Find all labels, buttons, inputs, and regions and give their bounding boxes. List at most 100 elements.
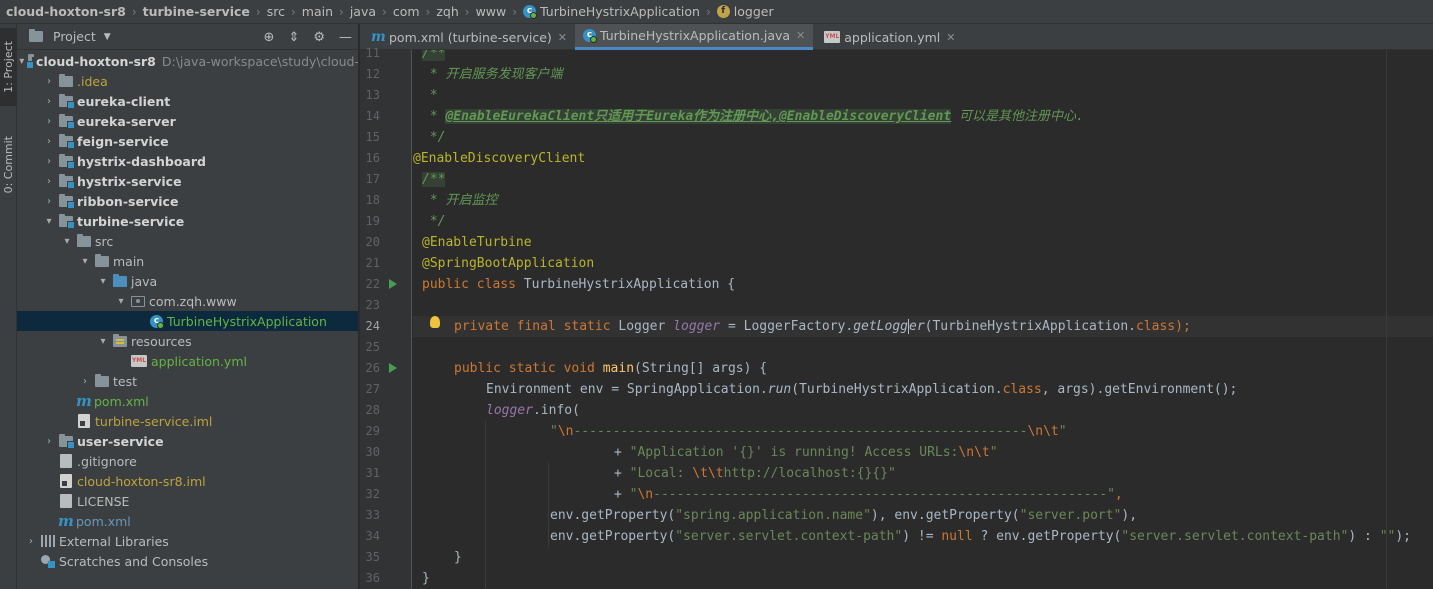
tree-item-java[interactable]: ▾ java [17,271,358,291]
locate-icon[interactable]: ⊕ [264,30,275,45]
chevron-down-icon[interactable]: ▼ [104,32,111,42]
minimize-icon[interactable]: — [339,30,352,45]
close-icon[interactable]: ✕ [796,29,805,42]
chevron-right-icon[interactable]: › [43,196,55,207]
gear-icon[interactable]: ⚙ [313,30,325,45]
code-line-11: /** [413,50,1433,64]
chevron-right-icon[interactable]: › [43,96,55,107]
tree-item-label: turbine-service.iml [95,413,213,429]
tree-item-label: LICENSE [77,493,130,509]
tree-item-turbine-service[interactable]: ▾ turbine-service [17,211,358,231]
line-number: 27 [365,382,380,396]
tree-item-resources[interactable]: ▾ resources [17,331,358,351]
tree-item-feign-service[interactable]: › feign-service [17,131,358,151]
chevron-right-icon[interactable]: › [43,176,55,187]
line-number: 35 [365,550,380,564]
tree-item-main-class[interactable]: c TurbineHystrixApplication [17,311,358,331]
run-icon[interactable] [389,279,397,289]
tab-application-yml[interactable]: YML application.yml ✕ [813,24,963,50]
chevron-right-icon[interactable]: › [43,136,55,147]
code-editor[interactable]: /** * 开启服务发现客户端 * * @EnableEurekaClient只… [413,50,1433,589]
line-number: 14 [365,109,380,123]
project-tool-tab[interactable]: 1: Project [0,28,17,106]
breadcrumb-field[interactable]: f logger [716,4,774,19]
tab-label: pom.xml (turbine-service) [389,29,552,45]
tree-item-package[interactable]: ▾ com.zqh.www [17,291,358,311]
commit-tool-tab-label: 0: Commit [2,136,15,194]
chevron-right-icon[interactable]: › [79,376,91,387]
tree-item-ribbon-service[interactable]: › ribbon-service [17,191,358,211]
tree-item-hystrix-dashboard[interactable]: › hystrix-dashboard [17,151,358,171]
code-line-29: "\n-------------------------------------… [550,424,1067,439]
tree-item-eureka-client[interactable]: › eureka-client [17,91,358,111]
breadcrumb-module[interactable]: turbine-service [143,4,250,19]
tree-item-src[interactable]: ▾ src [17,231,358,251]
chevron-down-icon[interactable]: ▾ [97,336,109,347]
tab-pom-xml[interactable]: m pom.xml (turbine-service) ✕ [360,24,575,50]
chevron-right-icon[interactable]: › [43,156,55,167]
line-number: 20 [365,235,380,249]
tree-item-label: turbine-service [77,213,185,229]
tree-item-root-pom[interactable]: m pom.xml [17,511,358,531]
chevron-down-icon[interactable]: ▾ [61,236,73,247]
run-icon[interactable] [389,363,397,373]
chevron-down-icon[interactable]: ▾ [79,256,91,267]
code-line-36: } [422,571,430,586]
tree-item-main[interactable]: ▾ main [17,251,358,271]
tree-item-application-yml[interactable]: YML application.yml [17,351,358,371]
chevron-down-icon[interactable]: ▾ [115,296,127,307]
breadcrumb-class[interactable]: c TurbineHystrixApplication [523,4,700,19]
tree-item-idea[interactable]: › .idea [17,71,358,91]
yml-file-icon: YML [131,355,147,367]
commit-tool-tab[interactable]: 0: Commit [0,120,17,210]
chevron-right-icon[interactable]: › [43,76,55,87]
tree-item-external-libraries[interactable]: › External Libraries [17,531,358,551]
chevron-right-icon[interactable]: › [43,116,55,127]
breadcrumb-main[interactable]: main [302,4,333,19]
package-icon [131,295,145,307]
close-icon[interactable]: ✕ [946,31,955,44]
resources-folder-icon [113,333,127,347]
line-number: 28 [365,403,380,417]
tree-item-user-service[interactable]: › user-service [17,431,358,451]
tree-item-module-pom[interactable]: m pom.xml [17,391,358,411]
line-number: 13 [365,88,380,102]
tree-item-test[interactable]: › test [17,371,358,391]
tree-item-label: hystrix-service [77,173,182,189]
line-number: 16 [365,151,380,165]
tree-item-license[interactable]: LICENSE [17,491,358,511]
chevron-right-icon[interactable]: › [43,436,55,447]
tree-item-label: pom.xml [76,513,131,529]
breadcrumb-zqh[interactable]: zqh [436,4,458,19]
tree-item-gitignore[interactable]: .gitignore [17,451,358,471]
breadcrumb-www[interactable]: www [476,4,507,19]
line-number: 24 [365,319,380,333]
chevron-down-icon[interactable]: ▾ [43,216,55,227]
tree-item-hystrix-service[interactable]: › hystrix-service [17,171,358,191]
module-folder-icon [59,153,75,169]
code-line-34: env.getProperty("server.servlet.context-… [550,529,1411,544]
tree-item-eureka-server[interactable]: › eureka-server [17,111,358,131]
chevron-down-icon[interactable]: ▾ [19,56,24,67]
line-number: 32 [365,487,380,501]
tree-item-root-project[interactable]: ▾ cloud-hoxton-sr8 D:\java-workspace\study… [17,51,358,71]
close-icon[interactable]: ✕ [558,31,567,44]
breadcrumb-project[interactable]: cloud-hoxton-sr8 [6,4,126,19]
breadcrumb-src[interactable]: src [267,4,285,19]
breadcrumb-com[interactable]: com [393,4,420,19]
project-view-icon [29,29,43,42]
chevron-right-icon[interactable]: › [25,536,37,547]
tab-turbine-hystrix-application[interactable]: c TurbineHystrixApplication.java ✕ [575,24,814,50]
tree-item-scratches[interactable]: Scratches and Consoles [17,551,358,571]
collapse-all-icon[interactable]: ⇕ [288,30,299,45]
project-view-selector[interactable]: Project [53,29,96,44]
line-number: 15 [365,130,380,144]
code-line-20: @EnableTurbine [422,235,532,250]
chevron-down-icon[interactable]: ▾ [97,276,109,287]
tree-item-module-iml[interactable]: turbine-service.iml [17,411,358,431]
line-number: 21 [365,256,380,270]
tree-item-root-iml[interactable]: cloud-hoxton-sr8.iml [17,471,358,491]
lightbulb-icon[interactable] [430,316,440,328]
tree-item-label: java [131,273,158,289]
breadcrumb-java[interactable]: java [350,4,376,19]
